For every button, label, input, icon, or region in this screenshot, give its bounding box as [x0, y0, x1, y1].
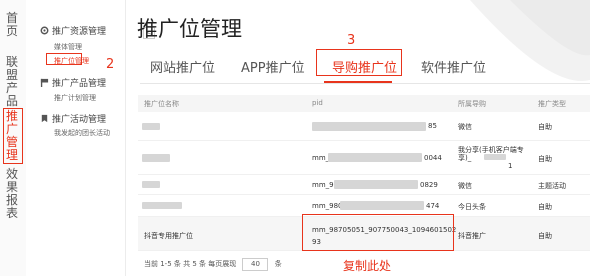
subnav-group-products[interactable]: 推广产品管理: [40, 76, 106, 89]
highlight-box-pid: [302, 214, 454, 251]
redacted-name: [142, 123, 160, 130]
column-header-guide: 所属导购: [458, 100, 486, 108]
pid-suffix: 0829: [420, 181, 438, 189]
subnav-group-label: 推广资源管理: [52, 27, 107, 37]
redacted-name: [142, 181, 160, 188]
column-header-pid: pid: [312, 99, 323, 107]
page-size-select[interactable]: 40: [242, 258, 269, 271]
adzone-name-cell: 抖音专用推广位: [144, 232, 193, 240]
type-cell: 自助: [538, 232, 552, 240]
subnav-group-label: 推广活动管理: [52, 115, 107, 125]
redacted-pid: [340, 201, 424, 210]
redacted-pid: [328, 153, 422, 162]
type-cell: 自助: [538, 123, 552, 131]
type-cell: 自助: [538, 155, 552, 163]
pid-suffix: 85: [428, 122, 437, 130]
redacted-name: [142, 154, 170, 162]
guide-suffix: 1: [508, 162, 513, 170]
highlight-box-tab: [316, 49, 402, 76]
table-row[interactable]: mm_98 0829 微信 主题活动: [138, 175, 590, 195]
annotation-step-2: 2: [106, 57, 115, 72]
highlight-box-adzone: [46, 53, 82, 65]
nav-home[interactable]: 首页: [4, 12, 20, 38]
type-cell: 自助: [538, 203, 552, 211]
subnav-group-activities[interactable]: 推广活动管理: [40, 112, 106, 125]
redacted-pid: [312, 122, 426, 131]
guide-cell: 微信: [458, 123, 472, 131]
gear-icon: [40, 26, 49, 35]
pid-suffix: 0044: [424, 154, 442, 162]
tab-app-adzone[interactable]: APP推广位: [241, 57, 305, 76]
table-row[interactable]: 85 微信 自助: [138, 112, 590, 141]
guide-cell: 微信: [458, 182, 472, 190]
tab-website-adzone[interactable]: 网站推广位: [150, 57, 215, 76]
pagination-unit: 条: [274, 260, 282, 268]
nav-effect-reports[interactable]: 效果报表: [4, 168, 20, 220]
sub-nav: 推广资源管理 媒体管理 推广位管理 推广产品管理 推广计划管理 推广活动管理 我…: [26, 0, 155, 276]
subnav-item-plans[interactable]: 推广计划管理: [54, 93, 96, 103]
flag-icon: [40, 78, 49, 87]
annotation-step-3: 3: [347, 33, 356, 48]
annotation-copy-here: 复制此处: [343, 259, 392, 273]
pid-suffix: 474: [426, 202, 440, 210]
nav-union-products[interactable]: 联盟产品: [4, 56, 20, 108]
active-tab-indicator: [324, 81, 392, 83]
column-header-name: 推广位名称: [144, 100, 179, 108]
main-nav: 首页 联盟产品 推广管理 效果报表: [0, 0, 26, 276]
column-header-type: 推广类型: [538, 100, 566, 108]
subnav-group-label: 推广产品管理: [52, 79, 107, 89]
page-title: 推广位管理: [137, 17, 242, 41]
redacted-name: [142, 202, 182, 209]
pagination: 当前 1-5 条 共 5 条 每页展现 40 条: [144, 258, 282, 271]
subnav-item-media[interactable]: 媒体管理: [54, 42, 82, 52]
subnav-group-resources[interactable]: 推广资源管理: [40, 24, 106, 37]
guide-cell: 抖音推广: [458, 232, 486, 240]
bookmark-icon: [41, 114, 48, 123]
redacted-pid: [334, 180, 418, 189]
pagination-summary: 当前 1-5 条 共 5 条 每页展现: [144, 260, 237, 268]
subnav-item-leader-activities[interactable]: 我发起的团长活动: [54, 128, 110, 138]
pid-prefix: mm_: [312, 154, 330, 162]
highlight-box-nav: [3, 108, 23, 164]
table-header: 推广位名称 pid 所属导购 推广类型: [138, 95, 590, 112]
tab-software-adzone[interactable]: 软件推广位: [421, 57, 486, 76]
redacted-guide: [484, 154, 506, 160]
type-cell: 主题活动: [538, 182, 566, 190]
guide-cell: 今日头条: [458, 203, 486, 211]
table-row[interactable]: mm_ 0044 我分享(手机客户端专享)_ 1 自助: [138, 141, 590, 175]
